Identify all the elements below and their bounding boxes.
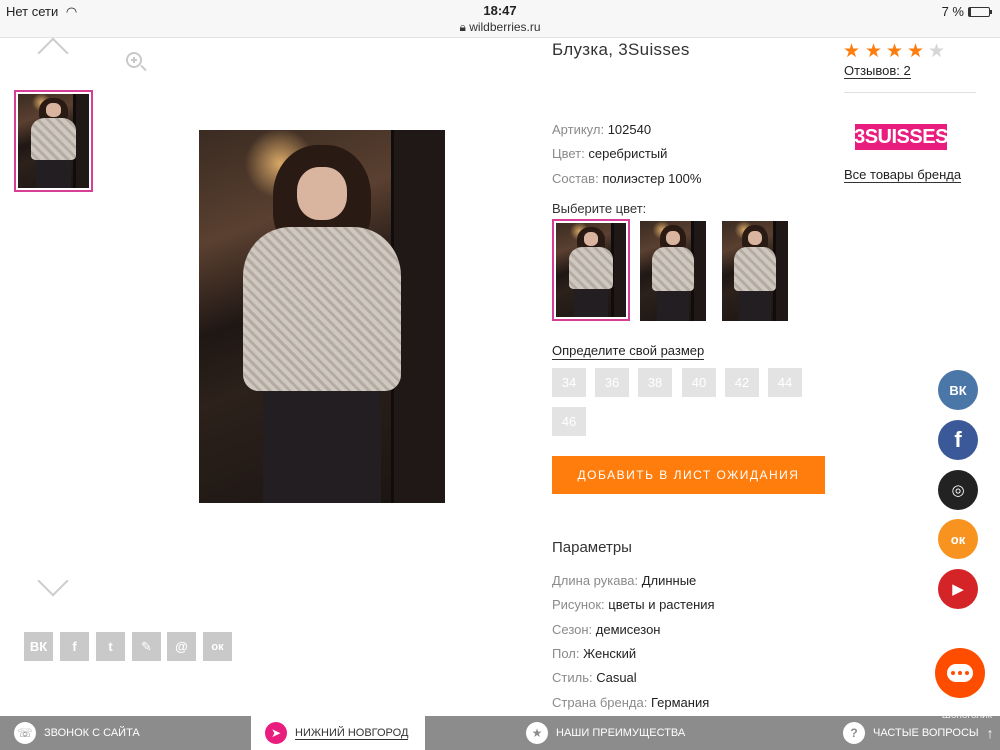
our-advantages-button[interactable]: ★ НАШИ ПРЕИМУЩЕСТВА <box>526 716 685 750</box>
product-title: Блузка, 3Suisses <box>552 40 690 59</box>
battery-percent: 7 % <box>941 4 964 19</box>
call-from-site-button[interactable]: ☏ ЗВОНОК С САЙТА <box>14 716 140 750</box>
ok-social-icon[interactable]: ок <box>938 519 978 559</box>
call-label: ЗВОНОК С САЙТА <box>44 727 140 739</box>
size-option[interactable]: 44 <box>768 368 802 397</box>
color-label: Цвет: <box>552 146 585 161</box>
vk-social-icon[interactable]: ВК <box>938 370 978 410</box>
param-row: Страна бренда: Германия <box>552 695 709 710</box>
thumbnail-photo <box>18 94 89 188</box>
share-twitter-icon[interactable]: t <box>96 632 125 661</box>
main-product-photo[interactable] <box>199 130 445 503</box>
all-brand-products-link[interactable]: Все товары бренда <box>844 167 962 183</box>
zoom-icon[interactable] <box>126 52 142 68</box>
article-label: Артикул: <box>552 122 605 137</box>
size-guide-link[interactable]: Определите свой размер <box>552 343 705 360</box>
composition-value: полиэстер 100% <box>602 171 702 186</box>
faq-button[interactable]: ? ЧАСТЫЕ ВОПРОСЫ ↑ <box>843 716 994 750</box>
param-label: Стиль: <box>552 670 593 685</box>
star-filled-icon: ★ <box>907 41 925 62</box>
share-email-icon[interactable]: @ <box>167 632 196 661</box>
param-row: Рисунок: цветы и растения <box>552 597 715 612</box>
location-arrow-icon: ➤ <box>265 722 287 744</box>
ios-status-bar: Нет сети ◠ 18:47 🔒︎ wildberries.ru 7 % <box>0 0 1000 38</box>
param-label: Сезон: <box>552 622 593 637</box>
brand-logo[interactable]: 3SUISSES <box>854 124 948 150</box>
size-option[interactable]: 38 <box>638 368 672 397</box>
share-facebook-icon[interactable]: f <box>60 632 89 661</box>
clock: 18:47 <box>483 3 517 18</box>
param-label: Страна бренда: <box>552 695 648 710</box>
city-label: НИЖНИЙ НОВГОРОД <box>295 726 409 740</box>
param-value: демисезон <box>595 622 661 637</box>
size-option[interactable]: 42 <box>725 368 759 397</box>
star-filled-icon: ★ <box>865 41 883 62</box>
param-label: Длина рукава: <box>552 573 639 588</box>
param-value: Германия <box>650 695 710 710</box>
facebook-social-icon[interactable]: f <box>938 420 978 460</box>
param-row: Сезон: демисезон <box>552 622 660 637</box>
gallery-thumbnail-selected[interactable] <box>14 90 93 192</box>
faq-label: ЧАСТЫЕ ВОПРОСЫ <box>873 727 979 739</box>
scroll-top-arrow-icon[interactable]: ↑ <box>987 725 994 741</box>
reviews-link[interactable]: Отзывов: 2 <box>844 63 911 79</box>
star-filled-icon: ★ <box>886 41 904 62</box>
param-value: Длинные <box>641 573 697 588</box>
article-row: Артикул: 102540 <box>552 122 651 137</box>
param-label: Рисунок: <box>552 597 605 612</box>
size-option[interactable]: 46 <box>552 407 586 436</box>
article-value: 102540 <box>607 122 652 137</box>
composition-row: Состав: полиэстер 100% <box>552 171 701 186</box>
color-swatch-2[interactable] <box>640 221 706 321</box>
lock-icon: 🔒︎ <box>459 20 466 34</box>
color-row: Цвет: серебристый <box>552 146 667 161</box>
size-option[interactable]: 40 <box>682 368 716 397</box>
chat-icon <box>947 664 973 682</box>
phone-icon: ☏ <box>14 722 36 744</box>
watermark: Шопоголик <box>941 710 992 721</box>
advantages-label: НАШИ ПРЕИМУЩЕСТВА <box>556 727 686 739</box>
share-ok-icon[interactable]: ок <box>203 632 232 661</box>
color-swatch-3[interactable] <box>722 221 788 321</box>
param-value: цветы и растения <box>608 597 715 612</box>
instagram-social-icon[interactable]: ◎ <box>938 470 978 510</box>
url-text: wildberries.ru <box>469 20 541 34</box>
chat-button[interactable] <box>935 648 985 698</box>
star-icon: ★ <box>526 722 548 744</box>
youtube-social-icon[interactable]: ▶ <box>938 569 978 609</box>
param-row: Пол: Женский <box>552 646 636 661</box>
gallery-up-chevron-icon[interactable] <box>37 37 69 69</box>
composition-label: Состав: <box>552 171 599 186</box>
battery-status: 7 % <box>941 4 992 19</box>
size-option[interactable]: 36 <box>595 368 629 397</box>
question-icon: ? <box>843 722 865 744</box>
color-swatch-1[interactable] <box>552 219 630 321</box>
params-heading: Параметры <box>552 539 632 556</box>
color-value: серебристый <box>588 146 668 161</box>
star-filled-icon: ★ <box>843 41 861 62</box>
address-bar[interactable]: 🔒︎ wildberries.ru <box>0 20 1000 35</box>
city-selector[interactable]: ➤ НИЖНИЙ НОВГОРОД <box>251 716 425 750</box>
param-value: Casual <box>596 670 637 685</box>
choose-color-label: Выберите цвет: <box>552 201 647 216</box>
param-label: Пол: <box>552 646 580 661</box>
param-row: Длина рукава: Длинные <box>552 573 696 588</box>
star-empty-icon: ★ <box>928 41 946 62</box>
battery-icon <box>968 6 992 17</box>
gallery-down-chevron-icon[interactable] <box>37 565 69 597</box>
share-livejournal-icon[interactable]: ✎ <box>132 632 161 661</box>
divider <box>844 92 976 93</box>
bottom-bar: ☏ ЗВОНОК С САЙТА ➤ НИЖНИЙ НОВГОРОД ★ НАШ… <box>0 716 1000 750</box>
add-to-waitlist-button[interactable]: ДОБАВИТЬ В ЛИСТ ОЖИДАНИЯ <box>552 456 825 494</box>
param-value: Женский <box>583 646 637 661</box>
share-vk-icon[interactable]: ВК <box>24 632 53 661</box>
size-option[interactable]: 34 <box>552 368 586 397</box>
param-row: Стиль: Casual <box>552 670 637 685</box>
